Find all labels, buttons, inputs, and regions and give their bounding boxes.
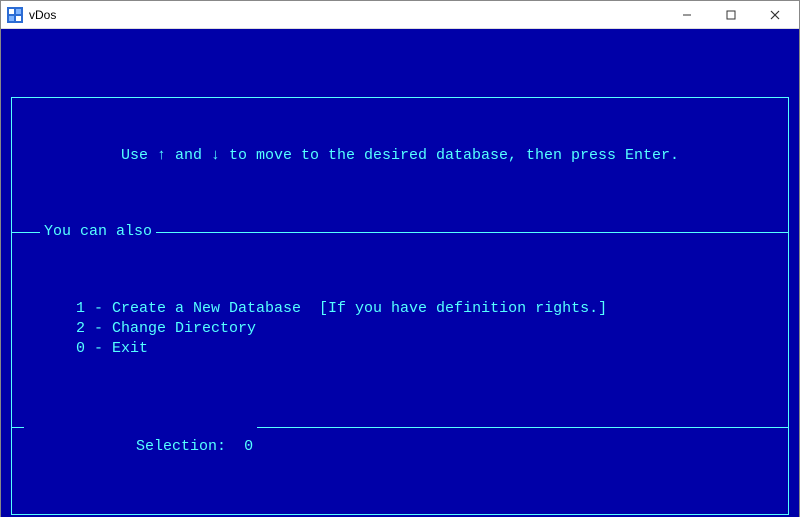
app-window: vDos Use ↑ and ↓ to move to the desired … xyxy=(0,0,800,517)
terminal-area[interactable]: Use ↑ and ↓ to move to the desired datab… xyxy=(1,29,799,517)
options-box: You can also 1 - Create a New Database [… xyxy=(12,232,788,468)
selection-value[interactable]: 0 xyxy=(244,438,253,455)
titlebar: vDos xyxy=(1,1,799,29)
menu-option[interactable]: 0 - Exit xyxy=(76,339,788,359)
menu-option[interactable]: 1 - Create a New Database [If you have d… xyxy=(76,299,788,319)
selection-label: Selection: xyxy=(136,438,226,455)
minimize-button[interactable] xyxy=(665,1,709,29)
window-title: vDos xyxy=(29,8,56,22)
options-legend: You can also xyxy=(40,222,156,242)
menu-box: Use ↑ and ↓ to move to the desired datab… xyxy=(11,97,789,515)
close-button[interactable] xyxy=(753,1,797,29)
selection-row: Selection: 0 xyxy=(12,427,788,428)
app-icon xyxy=(7,7,23,23)
menu-option[interactable]: 2 - Change Directory xyxy=(76,319,788,339)
maximize-button[interactable] xyxy=(709,1,753,29)
instruction-text: Use ↑ and ↓ to move to the desired datab… xyxy=(12,144,788,172)
